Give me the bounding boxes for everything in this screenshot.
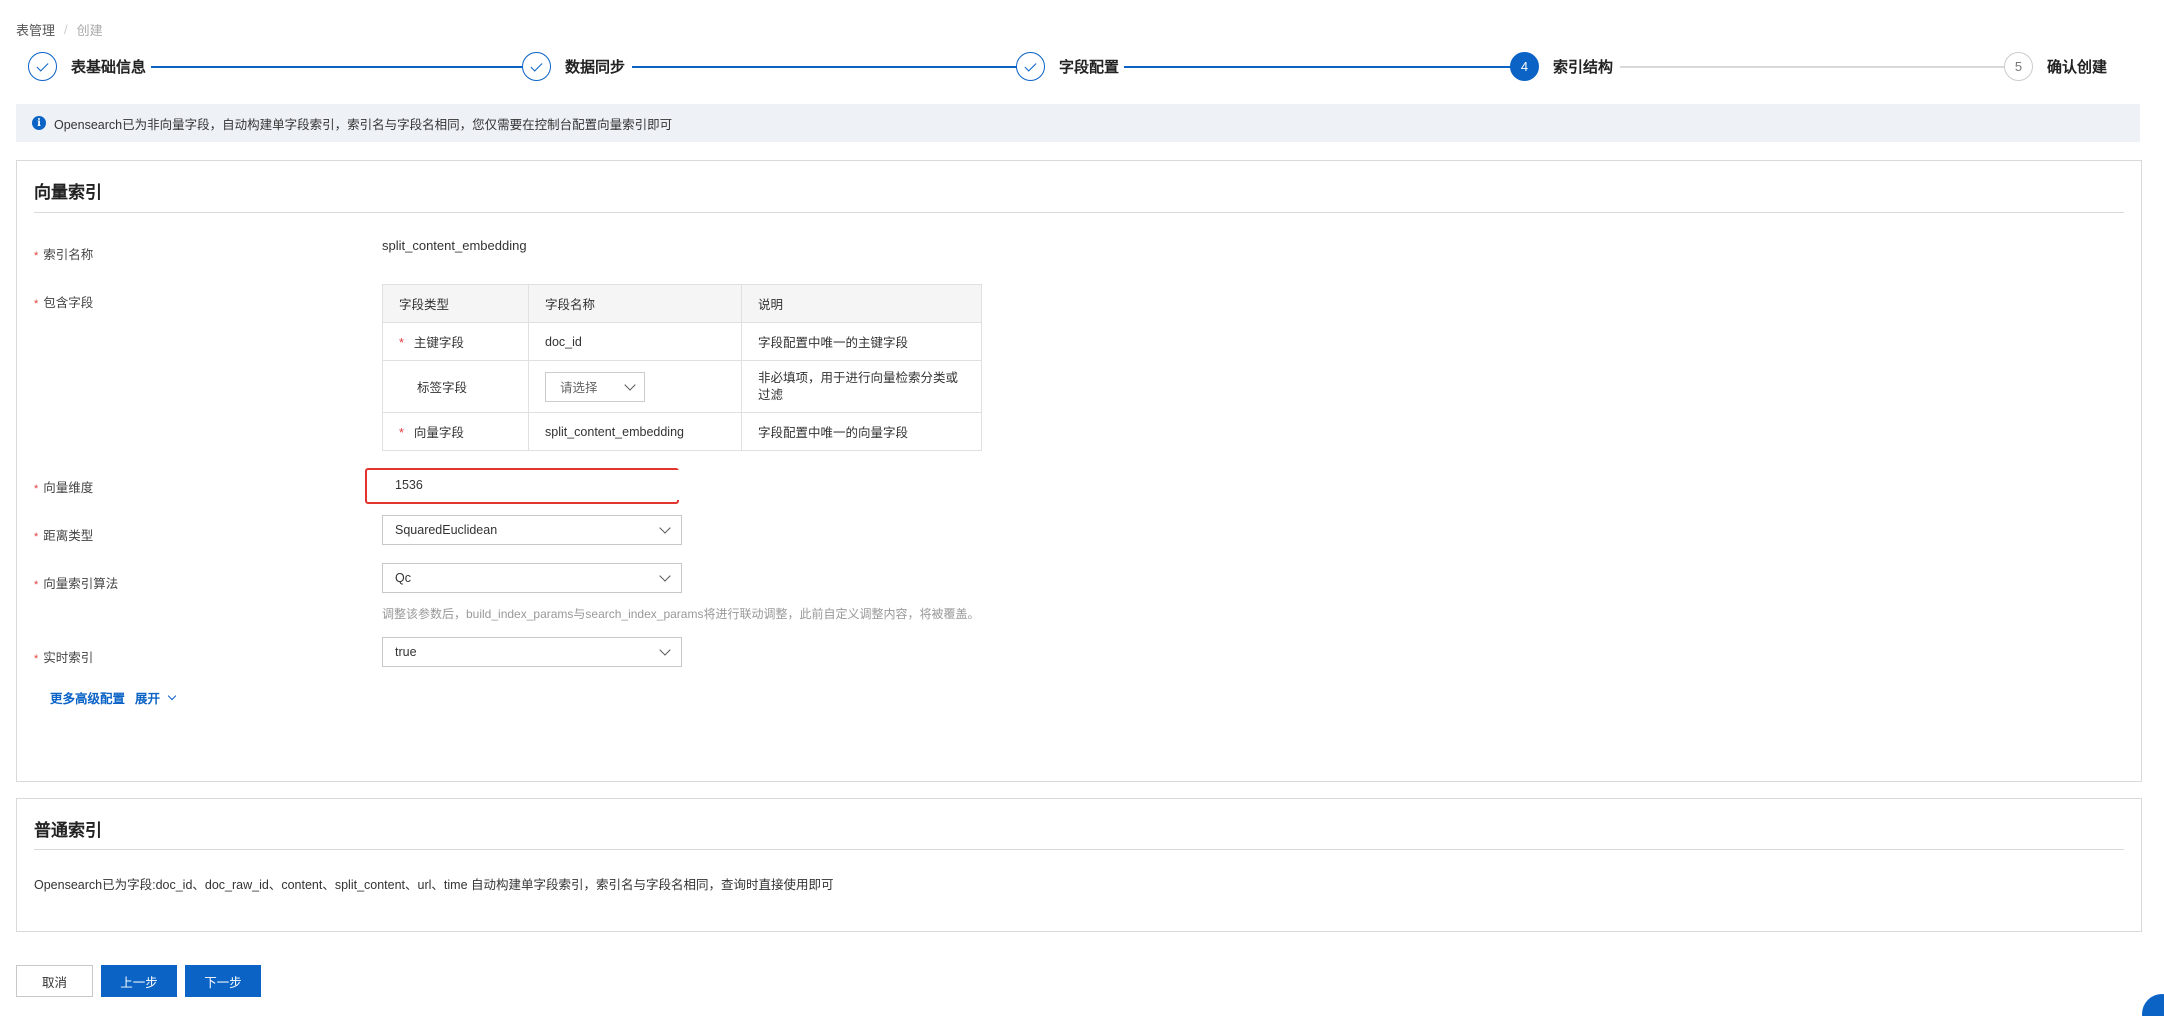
panel-title: 普通索引 bbox=[34, 821, 102, 840]
algorithm-value: Qc bbox=[395, 571, 411, 585]
step-number: 5 bbox=[2004, 52, 2033, 81]
index-name-value: split_content_embedding bbox=[382, 238, 527, 253]
step-label: 表基础信息 bbox=[71, 59, 147, 76]
realtime-select[interactable]: true bbox=[382, 637, 682, 667]
field-desc: 非必填项，用于进行向量检索分类或过滤 bbox=[741, 360, 982, 413]
normal-index-panel: 普通索引 Opensearch已为字段:doc_id、doc_raw_id、co… bbox=[16, 798, 2142, 932]
divider bbox=[34, 849, 2124, 850]
step-label: 索引结构 bbox=[1553, 59, 1614, 76]
info-icon: i bbox=[32, 116, 46, 130]
step-number: 4 bbox=[1510, 52, 1539, 81]
fields-label: * 包含字段 bbox=[34, 296, 94, 310]
advanced-config-toggle[interactable]: 更多高级配置 展开 bbox=[50, 688, 177, 707]
chevron-down-icon bbox=[659, 644, 671, 656]
step-connector bbox=[632, 66, 1033, 68]
table-header: 字段名称 bbox=[528, 284, 742, 323]
field-desc: 字段配置中唯一的主键字段 bbox=[741, 322, 982, 361]
alert-text: Opensearch已为非向量字段，自动构建单字段索引，索引名与字段名相同，您仅… bbox=[54, 117, 673, 132]
field-type: 主键字段 bbox=[413, 336, 464, 350]
table-header: 说明 bbox=[741, 284, 982, 323]
distance-select[interactable]: SquaredEuclidean bbox=[382, 515, 682, 545]
table-row: * 主键字段 doc_id 字段配置中唯一的主键字段 bbox=[382, 322, 982, 361]
prev-button[interactable]: 上一步 bbox=[101, 965, 177, 997]
required-mark: * bbox=[399, 336, 404, 350]
table-row: 标签字段 请选择 非必填项，用于进行向量检索分类或过滤 bbox=[382, 360, 982, 413]
step-5: 5 确认创建 bbox=[2004, 52, 2107, 81]
realtime-value: true bbox=[395, 645, 417, 659]
check-icon bbox=[522, 52, 551, 81]
index-name-label: * 索引名称 bbox=[34, 248, 94, 262]
breadcrumb-separator: / bbox=[64, 22, 68, 37]
required-mark: * bbox=[399, 426, 404, 440]
fields-table: 字段类型 字段名称 说明 * 主键字段 doc_id 字段配置中唯一的主键字段 标… bbox=[382, 284, 982, 451]
algorithm-select[interactable]: Qc bbox=[382, 563, 682, 593]
step-2: 数据同步 bbox=[522, 52, 625, 81]
distance-label: * 距离类型 bbox=[34, 529, 94, 543]
step-progress: 表基础信息 数据同步 字段配置 4 索引结构 5 确认创建 bbox=[28, 52, 2138, 82]
field-type: 标签字段 bbox=[417, 381, 468, 395]
help-widget-icon[interactable] bbox=[2142, 994, 2164, 1016]
step-connector bbox=[151, 66, 538, 68]
distance-value: SquaredEuclidean bbox=[395, 523, 498, 537]
breadcrumb-current: 创建 bbox=[76, 23, 103, 38]
step-1: 表基础信息 bbox=[28, 52, 146, 81]
step-connector bbox=[1124, 66, 1524, 68]
panel-title: 向量索引 bbox=[34, 183, 102, 202]
expand-label: 展开 bbox=[135, 692, 161, 706]
breadcrumb-parent[interactable]: 表管理 bbox=[16, 20, 55, 39]
chevron-down-icon bbox=[659, 522, 671, 534]
dimension-label: * 向量维度 bbox=[34, 481, 94, 495]
chevron-down-icon bbox=[659, 570, 671, 582]
step-label: 数据同步 bbox=[565, 59, 626, 76]
vector-index-panel: 向量索引 * 索引名称 split_content_embedding * 包含字段… bbox=[16, 160, 2142, 782]
next-button[interactable]: 下一步 bbox=[185, 965, 261, 997]
step-4: 4 索引结构 bbox=[1510, 52, 1613, 81]
check-icon bbox=[28, 52, 57, 81]
divider bbox=[34, 212, 2124, 213]
normal-index-text: Opensearch已为字段:doc_id、doc_raw_id、content… bbox=[34, 878, 834, 892]
algorithm-label: * 向量索引算法 bbox=[34, 577, 119, 591]
field-desc: 字段配置中唯一的向量字段 bbox=[741, 412, 982, 451]
cancel-button[interactable]: 取消 bbox=[16, 965, 93, 997]
chevron-down-icon bbox=[624, 378, 636, 391]
tag-field-select[interactable]: 请选择 bbox=[545, 371, 645, 402]
table-row: * 向量字段 split_content_embedding 字段配置中唯一的向量… bbox=[382, 412, 982, 451]
select-placeholder: 请选择 bbox=[560, 381, 598, 395]
algorithm-hint: 调整该参数后，build_index_params与search_index_p… bbox=[382, 607, 980, 621]
field-name: doc_id bbox=[528, 322, 742, 361]
field-name: split_content_embedding bbox=[528, 412, 742, 451]
dimension-input[interactable]: 1536 bbox=[382, 470, 682, 500]
step-label: 字段配置 bbox=[1059, 59, 1120, 76]
step-label: 确认创建 bbox=[2047, 59, 2108, 76]
table-header: 字段类型 bbox=[382, 284, 529, 323]
chevron-down-icon bbox=[167, 691, 177, 701]
check-icon bbox=[1016, 52, 1045, 81]
step-connector bbox=[1620, 66, 2024, 68]
table-header-row: 字段类型 字段名称 说明 bbox=[382, 284, 982, 323]
breadcrumb: 表管理 / 创建 bbox=[16, 20, 103, 39]
info-alert: i Opensearch已为非向量字段，自动构建单字段索引，索引名与字段名相同，… bbox=[16, 104, 2140, 142]
realtime-label: * 实时索引 bbox=[34, 651, 94, 665]
step-3: 字段配置 bbox=[1016, 52, 1119, 81]
field-type: 向量字段 bbox=[413, 426, 464, 440]
advanced-label: 更多高级配置 bbox=[50, 692, 126, 706]
